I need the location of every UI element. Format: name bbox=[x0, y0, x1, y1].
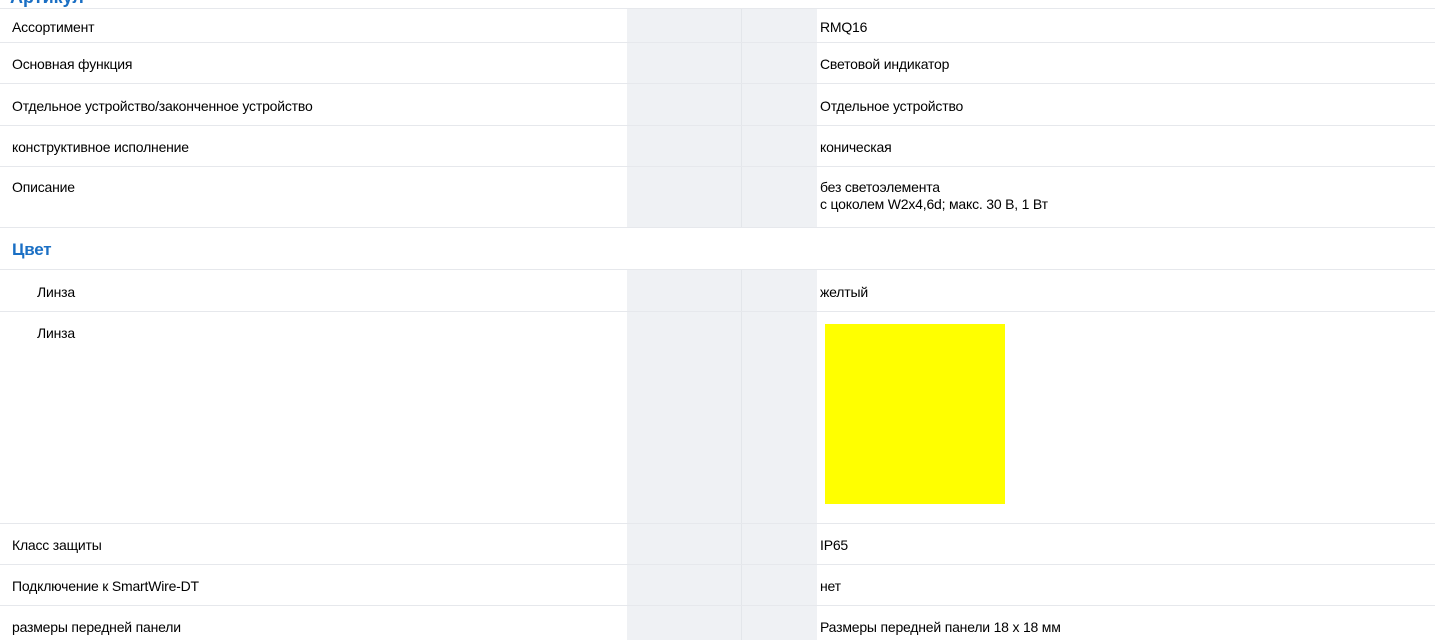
spec-value: Световой индикатор bbox=[820, 56, 950, 72]
description-line-1: без светоэлемента bbox=[820, 179, 940, 195]
spec-value: Размеры передней панели 18 x 18 мм bbox=[820, 619, 1061, 635]
previous-section-heading-fragment: Артикул bbox=[10, 0, 84, 8]
spec-gutter bbox=[627, 9, 817, 42]
spec-row-construction: конструктивное исполнение коническая bbox=[0, 126, 1435, 167]
spec-gutter bbox=[627, 167, 817, 227]
spec-label: Подключение к SmartWire-DT bbox=[12, 578, 199, 594]
spec-gutter bbox=[627, 126, 817, 166]
spec-label: Отдельное устройство/законченное устройс… bbox=[12, 98, 313, 114]
spec-row-assortment: Ассортимент RMQ16 bbox=[0, 8, 1435, 43]
spec-label: размеры передней панели bbox=[12, 619, 181, 635]
spec-row-lens-swatch: Линза bbox=[0, 312, 1435, 524]
spec-gutter bbox=[627, 228, 817, 269]
spec-value: IP65 bbox=[820, 537, 848, 553]
spec-row-device-type: Отдельное устройство/законченное устройс… bbox=[0, 84, 1435, 126]
spec-label: Класс защиты bbox=[12, 537, 102, 553]
spec-gutter bbox=[627, 606, 817, 640]
spec-value-multiline: без светоэлемента с цоколем W2x4,6d; мак… bbox=[817, 167, 1435, 227]
spec-gutter bbox=[627, 524, 817, 564]
spec-row-front-panel: размеры передней панели Размеры передней… bbox=[0, 606, 1435, 640]
spec-label: Ассортимент bbox=[12, 19, 95, 35]
spec-row-smartwire: Подключение к SmartWire-DT нет bbox=[0, 565, 1435, 606]
section-heading: Цвет bbox=[12, 240, 52, 259]
spec-value: Отдельное устройство bbox=[820, 98, 964, 114]
spec-label: конструктивное исполнение bbox=[12, 139, 189, 155]
spec-row-description: Описание без светоэлемента с цоколем W2x… bbox=[0, 167, 1435, 228]
spec-gutter bbox=[627, 270, 817, 311]
spec-gutter bbox=[627, 84, 817, 125]
spec-label: Линза bbox=[37, 284, 75, 300]
section-row-color: Цвет bbox=[0, 228, 1435, 270]
spec-value: коническая bbox=[820, 139, 892, 155]
spec-value-swatch-cell bbox=[817, 312, 1435, 523]
spec-label: Описание bbox=[12, 179, 75, 195]
section-spacer bbox=[817, 228, 1435, 269]
spec-value: желтый bbox=[820, 284, 868, 300]
spec-gutter bbox=[627, 565, 817, 605]
spec-label: Основная функция bbox=[12, 56, 133, 72]
spec-value: нет bbox=[820, 578, 841, 594]
spec-gutter bbox=[627, 312, 817, 523]
spec-value: RMQ16 bbox=[820, 19, 868, 35]
top-strip: Артикул bbox=[0, 0, 1435, 8]
specification-table: Ассортимент RMQ16 Основная функция Свето… bbox=[0, 8, 1435, 640]
description-line-2: с цоколем W2x4,6d; макс. 30 В, 1 Вт bbox=[820, 196, 1048, 212]
spec-gutter bbox=[627, 43, 817, 83]
spec-row-lens-color: Линза желтый bbox=[0, 270, 1435, 312]
spec-row-main-function: Основная функция Световой индикатор bbox=[0, 43, 1435, 84]
lens-color-swatch bbox=[825, 324, 1005, 504]
spec-row-protection-class: Класс защиты IP65 bbox=[0, 524, 1435, 565]
spec-label: Линза bbox=[37, 325, 75, 341]
